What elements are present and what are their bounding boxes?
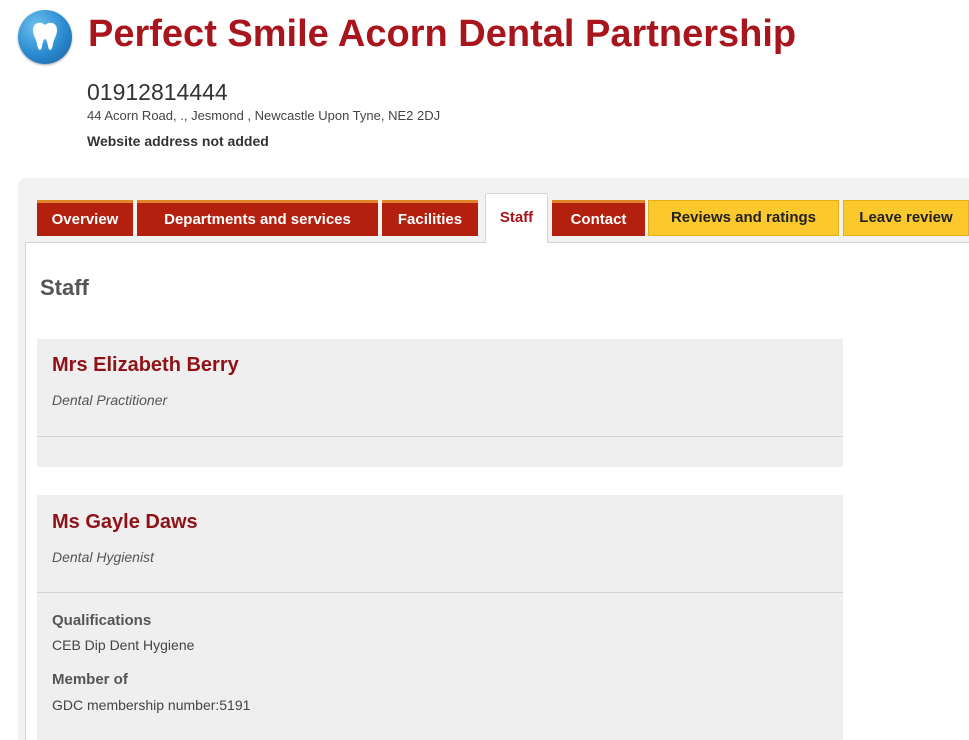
- staff-card: Ms Gayle Daws Dental Hygienist Qualifica…: [37, 495, 843, 740]
- practice-website: Website address not added: [87, 133, 269, 149]
- member-of-value: GDC membership number:5191: [52, 697, 251, 713]
- tab-leave-review[interactable]: Leave review: [843, 200, 969, 236]
- tab-reviews-and-ratings[interactable]: Reviews and ratings: [648, 200, 839, 236]
- practice-phone: 01912814444: [87, 79, 228, 105]
- tab-staff[interactable]: Staff: [485, 193, 548, 243]
- qualifications-label: Qualifications: [52, 612, 152, 629]
- card-divider: [37, 436, 843, 437]
- staff-role: Dental Hygienist: [52, 549, 154, 565]
- section-title: Staff: [40, 275, 89, 300]
- staff-name: Mrs Elizabeth Berry: [52, 354, 239, 376]
- staff-card: Mrs Elizabeth Berry Dental Practitioner: [37, 339, 843, 467]
- practice-address: 44 Acorn Road, ., Jesmond , Newcastle Up…: [87, 108, 441, 123]
- practice-header: Perfect Smile Acorn Dental Partnership 0…: [0, 0, 969, 180]
- staff-role: Dental Practitioner: [52, 392, 168, 408]
- tooth-icon: [18, 10, 72, 64]
- member-of-label: Member of: [52, 671, 128, 688]
- practice-name: Perfect Smile Acorn Dental Partnership: [88, 13, 797, 55]
- staff-name: Ms Gayle Daws: [52, 511, 198, 533]
- tab-departments-and-services[interactable]: Departments and services: [137, 200, 378, 236]
- card-divider: [37, 592, 843, 593]
- tab-facilities[interactable]: Facilities: [382, 200, 478, 236]
- qualifications-value: CEB Dip Dent Hygiene: [52, 637, 195, 653]
- tab-overview[interactable]: Overview: [37, 200, 133, 236]
- tab-contact[interactable]: Contact: [552, 200, 645, 236]
